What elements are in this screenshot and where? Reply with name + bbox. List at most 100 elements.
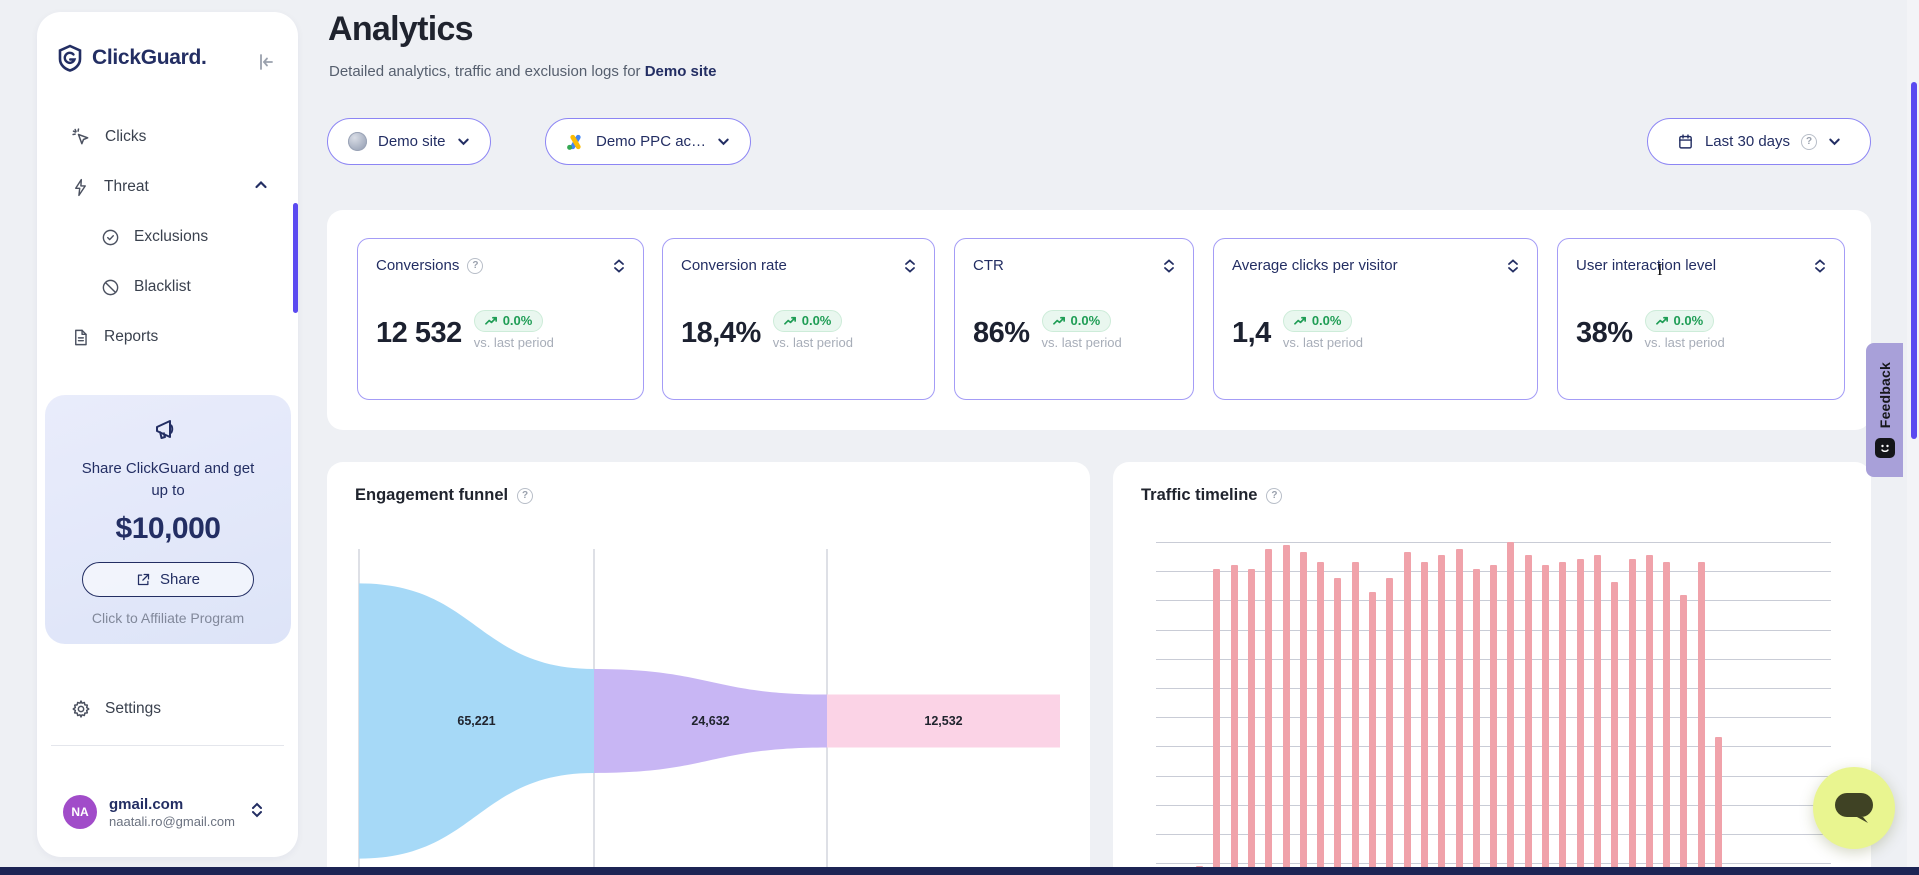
traffic-bar[interactable] [1283, 545, 1290, 875]
help-icon[interactable]: ? [1801, 134, 1817, 150]
traffic-bar[interactable] [1680, 595, 1687, 875]
ban-icon [101, 278, 120, 297]
sidebar-scrollbar-thumb[interactable] [293, 203, 298, 313]
kpi-card-ctr[interactable]: CTR 86% 0.0% vs. last period [954, 238, 1194, 400]
help-icon[interactable]: ? [517, 488, 533, 504]
site-selector-label: Demo site [378, 133, 446, 150]
traffic-bar[interactable] [1317, 562, 1324, 875]
kpi-card-avg-clicks[interactable]: Average clicks per visitor 1,4 0.0% vs. … [1213, 238, 1538, 400]
date-range-selector[interactable]: Last 30 days ? [1647, 118, 1871, 165]
help-icon[interactable]: ? [1266, 488, 1282, 504]
page-subtitle: Detailed analytics, traffic and exclusio… [329, 63, 716, 80]
traffic-bar[interactable] [1213, 569, 1220, 875]
sidebar-item-label: Threat [104, 178, 149, 196]
chat-bubble-icon [1833, 791, 1875, 825]
traffic-timeline-card: Traffic timeline ? [1113, 462, 1871, 875]
kpi-value: 1,4 [1232, 317, 1271, 350]
brand-name: ClickGuard. [92, 46, 207, 70]
traffic-bar[interactable] [1438, 555, 1445, 875]
traffic-bar[interactable] [1421, 562, 1428, 875]
sidebar-item-exclusions[interactable]: Exclusions [37, 212, 298, 262]
account-switcher[interactable]: NA gmail.com naatali.ro@gmail.com [37, 782, 298, 842]
traffic-bar[interactable] [1559, 562, 1566, 875]
traffic-bar[interactable] [1369, 592, 1376, 875]
cursor-click-icon [71, 127, 91, 147]
sidebar-item-settings[interactable]: Settings [37, 684, 298, 734]
site-selector[interactable]: Demo site [327, 118, 491, 165]
kpi-band: Conversions ? 12 532 0.0% vs. last perio… [327, 210, 1871, 430]
traffic-bar[interactable] [1265, 549, 1272, 875]
badge-check-icon [101, 228, 120, 247]
metric-sort-icon[interactable] [904, 258, 916, 274]
kpi-card-conversions[interactable]: Conversions ? 12 532 0.0% vs. last perio… [357, 238, 644, 400]
sidebar-item-clicks[interactable]: Clicks [37, 112, 298, 162]
sidebar-item-label: Reports [104, 328, 158, 346]
metric-sort-icon[interactable] [1507, 258, 1519, 274]
brand-logo[interactable]: ClickGuard. [56, 44, 207, 72]
traffic-bar[interactable] [1542, 565, 1549, 875]
traffic-bar[interactable] [1715, 737, 1722, 875]
promo-footer: Click to Affiliate Program [59, 610, 277, 626]
funnel-chart-title: Engagement funnel [355, 486, 508, 505]
google-ads-icon [566, 133, 585, 151]
traffic-bar[interactable] [1456, 549, 1463, 875]
traffic-bar[interactable] [1646, 555, 1653, 875]
traffic-bar[interactable] [1334, 578, 1341, 875]
traffic-bar[interactable] [1386, 578, 1393, 875]
kpi-title: Average clicks per visitor [1232, 257, 1398, 274]
sidebar-item-blacklist[interactable]: Blacklist [37, 262, 298, 312]
traffic-bar[interactable] [1577, 559, 1584, 875]
trend-value: 0.0% [503, 313, 533, 328]
traffic-bar[interactable] [1473, 569, 1480, 875]
sidebar-item-label: Exclusions [134, 228, 208, 246]
traffic-bar[interactable] [1663, 562, 1670, 875]
kpi-title: CTR [973, 257, 1004, 274]
traffic-bar[interactable] [1300, 552, 1307, 875]
chevron-up-icon[interactable] [254, 178, 268, 197]
ppc-account-selector[interactable]: Demo PPC ac… [545, 118, 751, 165]
share-button[interactable]: Share [82, 562, 254, 597]
traffic-bar[interactable] [1698, 562, 1705, 875]
account-email: naatali.ro@gmail.com [109, 814, 235, 829]
sidebar-item-threat[interactable]: Threat [37, 162, 298, 212]
trending-up-icon [485, 316, 498, 326]
feedback-tab[interactable]: Feedback [1866, 343, 1903, 477]
metric-sort-icon[interactable] [613, 258, 625, 274]
traffic-bar[interactable] [1352, 562, 1359, 875]
trend-badge: 0.0% [1645, 310, 1715, 332]
sidebar-item-reports[interactable]: Reports [37, 312, 298, 362]
kpi-compare-label: vs. last period [1042, 335, 1122, 350]
clickguard-shield-icon [56, 44, 84, 72]
avatar: NA [63, 795, 97, 829]
traffic-bar[interactable] [1231, 565, 1238, 875]
metric-sort-icon[interactable] [1163, 258, 1175, 274]
page-subtitle-text: Detailed analytics, traffic and exclusio… [329, 63, 645, 80]
traffic-bar[interactable] [1404, 552, 1411, 875]
timeline-chart-title: Traffic timeline [1141, 486, 1257, 505]
traffic-bar[interactable] [1629, 559, 1636, 875]
kpi-value: 38% [1576, 317, 1633, 350]
funnel-stage-label: 65,221 [457, 714, 495, 728]
feedback-smiley-icon [1875, 438, 1895, 458]
gridline [1156, 542, 1831, 543]
chevron-down-icon [1828, 135, 1841, 148]
help-icon[interactable]: ? [467, 258, 483, 274]
traffic-bar[interactable] [1490, 565, 1497, 875]
traffic-bar[interactable] [1611, 582, 1618, 875]
kpi-card-user-interaction[interactable]: User interaction level 38% 0.0% vs. last… [1557, 238, 1845, 400]
affiliate-promo-card[interactable]: Share ClickGuard and get up to $10,000 S… [45, 395, 291, 644]
sidebar-collapse-icon[interactable] [256, 52, 276, 77]
traffic-bar[interactable] [1507, 542, 1514, 875]
traffic-bar[interactable] [1525, 555, 1532, 875]
kpi-card-conversion-rate[interactable]: Conversion rate 18,4% 0.0% vs. last peri… [662, 238, 935, 400]
sidebar-item-label: Clicks [105, 128, 146, 146]
kpi-title: User interaction level [1576, 257, 1716, 274]
traffic-bar[interactable] [1248, 569, 1255, 875]
promo-text: Share ClickGuard and get up to [78, 458, 258, 502]
settings-label: Settings [105, 700, 161, 718]
traffic-bar[interactable] [1594, 555, 1601, 875]
chat-launcher-button[interactable] [1813, 767, 1895, 849]
metric-sort-icon[interactable] [1814, 258, 1826, 274]
promo-amount: $10,000 [59, 512, 277, 546]
page-scrollbar-thumb[interactable] [1911, 82, 1917, 439]
